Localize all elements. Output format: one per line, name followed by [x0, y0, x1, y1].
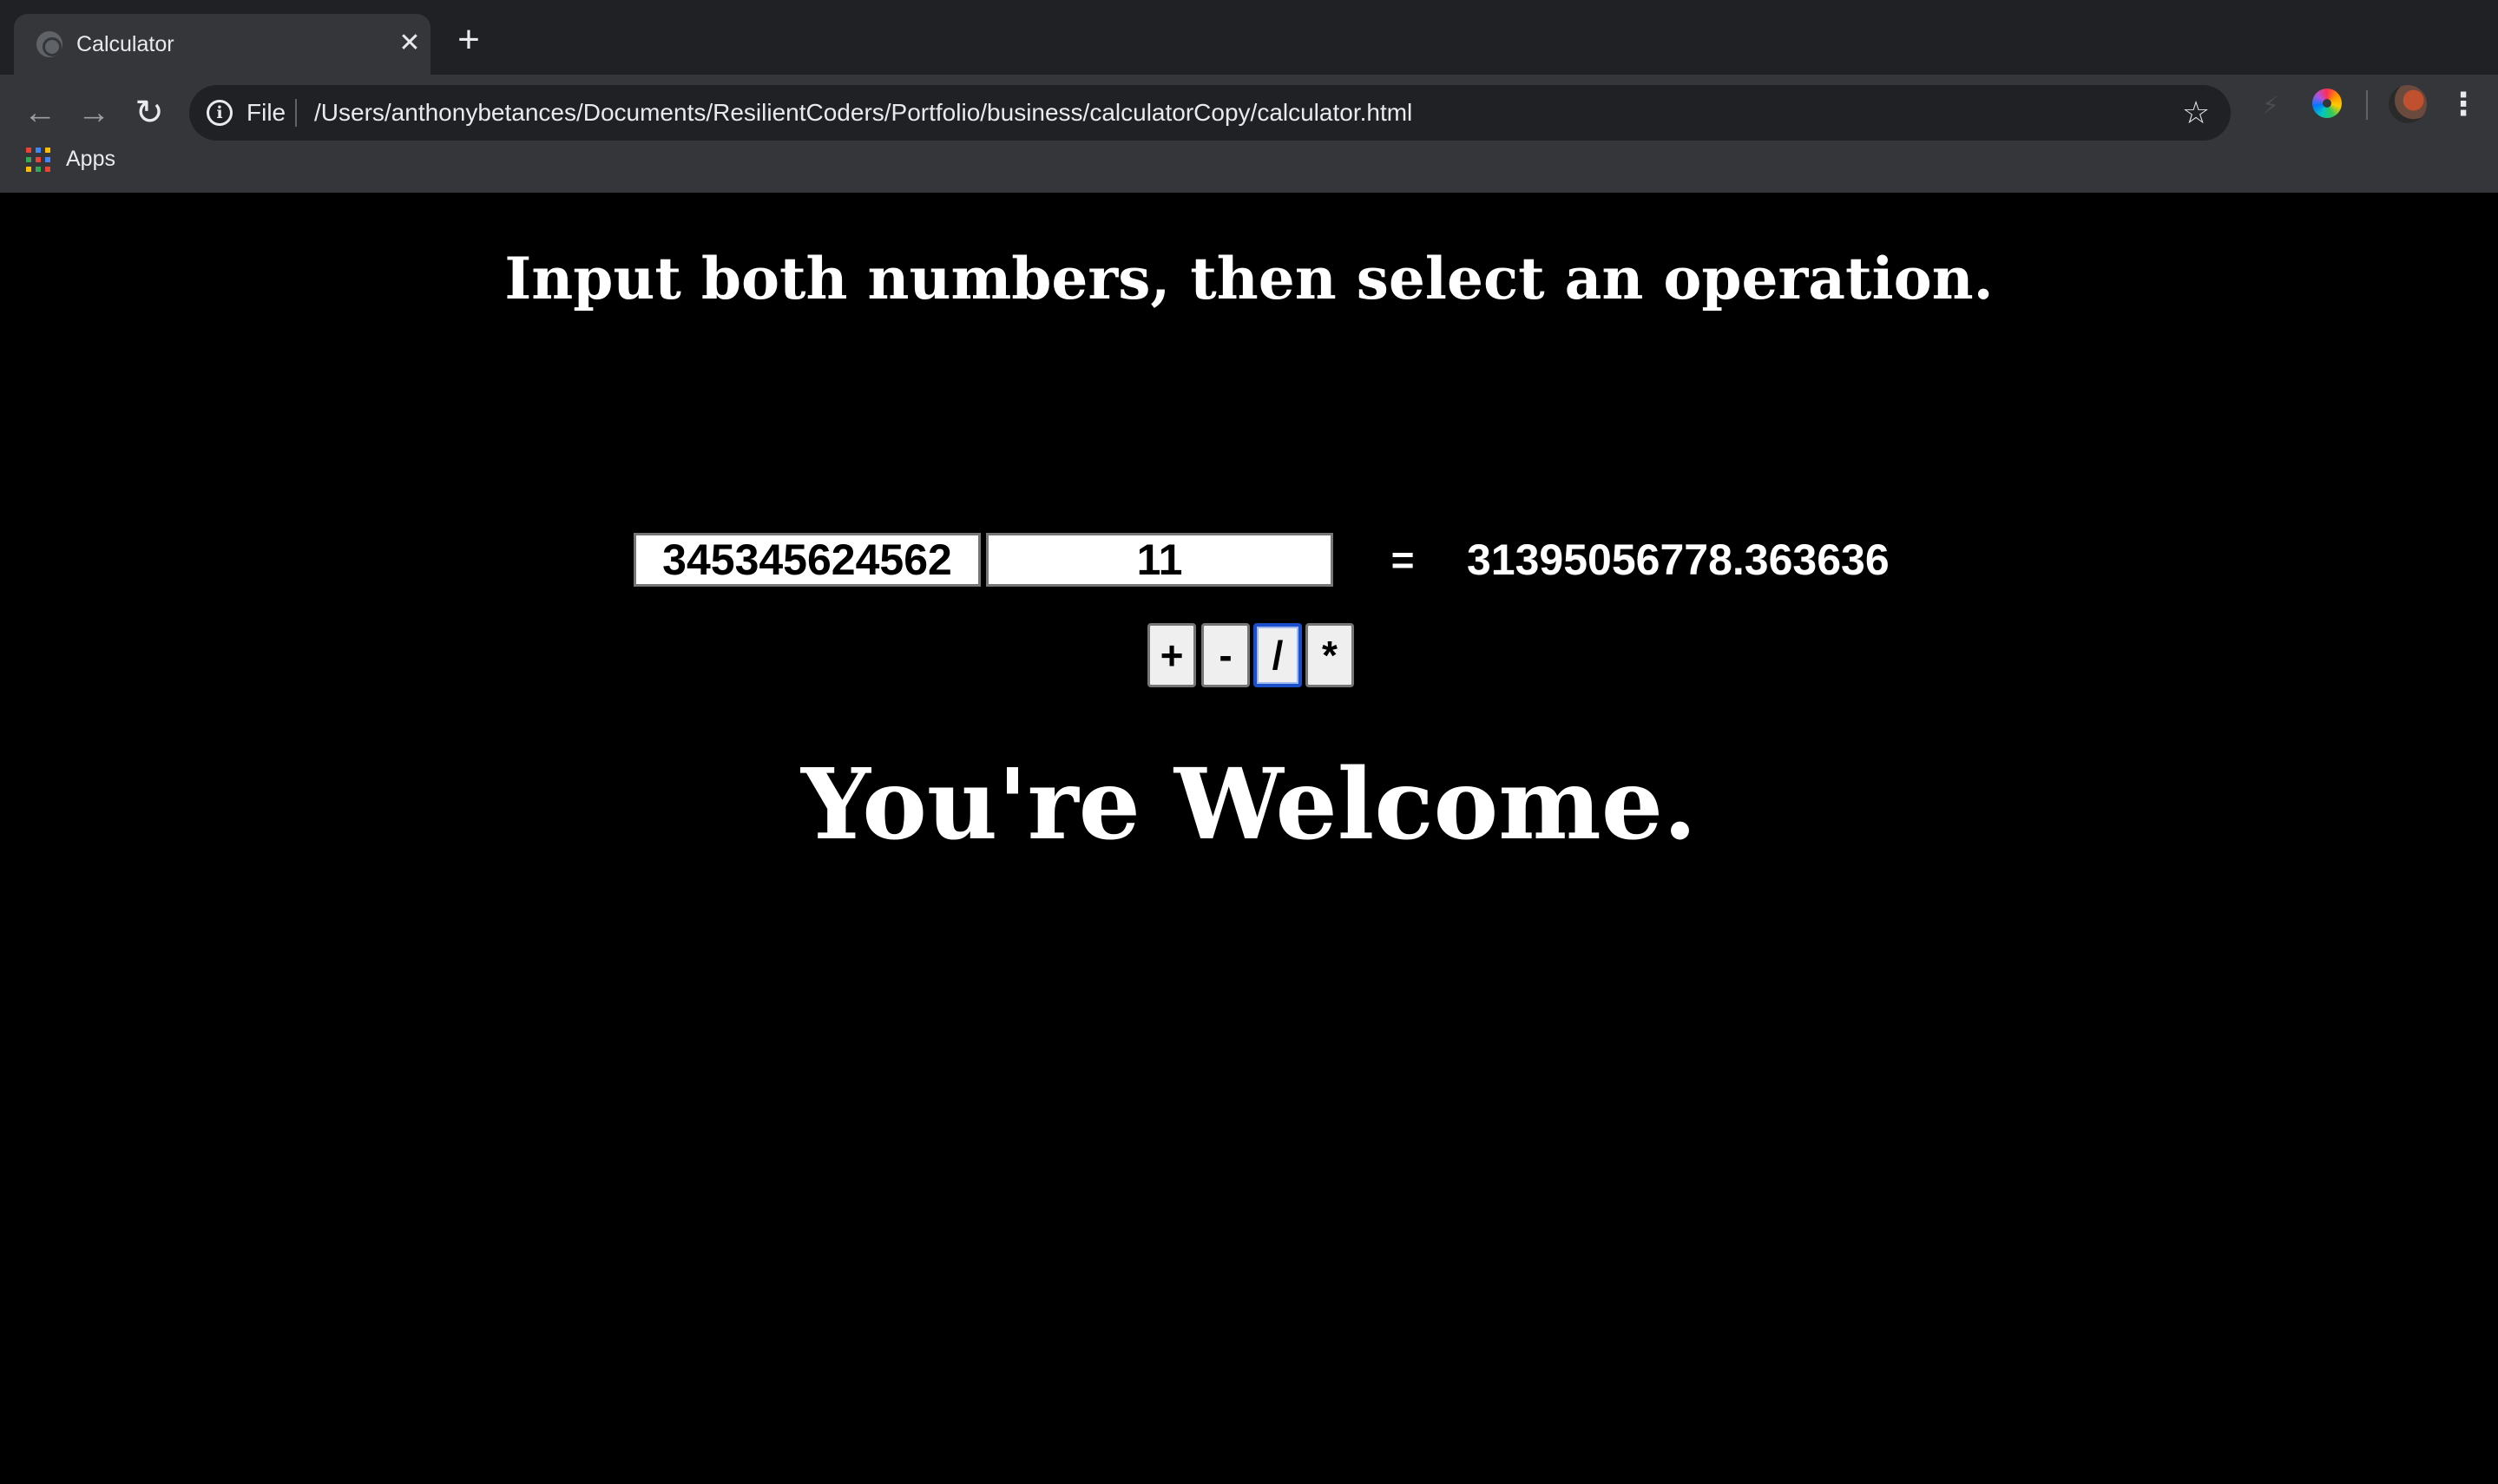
address-divider — [295, 99, 297, 127]
toolbar-divider — [2366, 90, 2368, 120]
reload-icon[interactable]: ↻ — [128, 92, 170, 134]
extension-icon[interactable]: ⚡ — [2255, 90, 2286, 121]
new-tab-button[interactable]: + — [451, 21, 486, 59]
forward-icon[interactable]: → — [73, 92, 115, 134]
url-text[interactable]: /Users/anthonybetances/Documents/Resilie… — [314, 97, 1412, 128]
page-heading: Input both numbers, then select an opera… — [504, 245, 1994, 312]
menu-icon[interactable]: ⋮ — [2448, 85, 2479, 123]
globe-icon — [36, 31, 62, 57]
divide-button[interactable]: / — [1253, 623, 1302, 687]
apps-grid-icon[interactable] — [26, 148, 50, 172]
back-icon[interactable]: ← — [19, 92, 61, 134]
address-bar[interactable]: i File /Users/anthonybetances/Documents/… — [189, 85, 2231, 141]
color-wheel-extension-icon[interactable] — [2312, 89, 2342, 118]
close-icon[interactable]: ✕ — [394, 28, 425, 59]
tab-strip: Calculator ✕ + — [0, 0, 2498, 75]
add-button[interactable]: + — [1147, 623, 1196, 687]
subtract-button[interactable]: - — [1201, 623, 1250, 687]
bookmarks-bar: Apps — [0, 139, 2498, 193]
multiply-button[interactable]: * — [1305, 623, 1354, 687]
star-icon[interactable]: ☆ — [2177, 94, 2215, 132]
url-scheme: File — [247, 99, 286, 126]
second-number-input[interactable] — [986, 533, 1333, 587]
result-value: 31395056778.363636 — [1467, 535, 1890, 584]
tab-calculator[interactable]: Calculator ✕ — [14, 14, 431, 75]
bookmark-apps[interactable]: Apps — [66, 144, 115, 174]
profile-avatar[interactable] — [2389, 85, 2427, 123]
info-icon[interactable]: i — [207, 100, 233, 126]
page-content: Input both numbers, then select an opera… — [0, 193, 2498, 1484]
welcome-message: You're Welcome. — [800, 748, 1697, 862]
tab-title: Calculator — [76, 32, 174, 56]
equals-sign: = — [1390, 537, 1415, 582]
first-number-input[interactable] — [634, 533, 981, 587]
